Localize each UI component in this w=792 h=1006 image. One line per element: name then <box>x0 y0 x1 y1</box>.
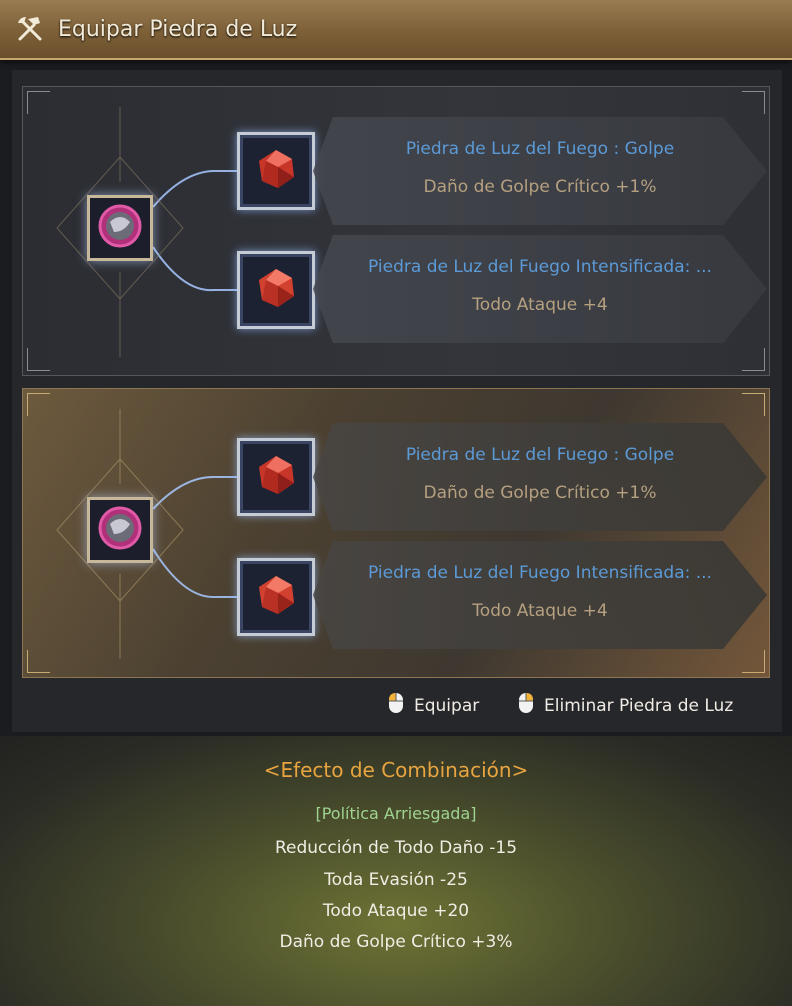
effect-line: Toda Evasión -25 <box>324 870 468 890</box>
gem-set-2[interactable]: Piedra de Luz del Fuego : Golpe Daño de … <box>22 388 770 678</box>
gem-name: Piedra de Luz del Fuego : Golpe <box>405 445 675 465</box>
combination-effect-panel: <Efecto de Combinación> [Política Arries… <box>0 736 792 1006</box>
gem-info-banner: Piedra de Luz del Fuego Intensificada: .… <box>313 541 767 649</box>
gem-slot[interactable] <box>237 251 315 329</box>
gem-name: Piedra de Luz del Fuego : Golpe <box>405 139 675 159</box>
gem-name: Piedra de Luz del Fuego Intensificada: .… <box>368 257 712 277</box>
gem-info-banner: Piedra de Luz del Fuego Intensificada: .… <box>313 235 767 343</box>
gem-set-1[interactable]: Piedra de Luz del Fuego : Golpe Daño de … <box>22 86 770 376</box>
equip-action[interactable]: Equipar <box>388 692 479 719</box>
pink-orb-icon <box>96 504 144 556</box>
red-gem-icon <box>254 453 298 501</box>
gem-name: Piedra de Luz del Fuego Intensificada: .… <box>368 563 712 583</box>
gem-stat: Todo Ataque +4 <box>472 295 608 315</box>
combination-stone-slot[interactable] <box>87 195 153 261</box>
gem-info-banner: Piedra de Luz del Fuego : Golpe Daño de … <box>313 117 767 225</box>
window-title: Equipar Piedra de Luz <box>58 16 298 42</box>
effect-line: Reducción de Todo Daño -15 <box>274 838 518 858</box>
mouse-right-click-icon <box>518 692 534 719</box>
red-gem-icon <box>254 147 298 195</box>
gem-slot[interactable] <box>237 558 315 636</box>
pink-orb-icon <box>96 202 144 254</box>
remove-stone-label: Eliminar Piedra de Luz <box>544 695 734 716</box>
title-bar: Equipar Piedra de Luz <box>0 0 792 60</box>
combination-effect-name: [Política Arriesgada] <box>315 804 477 823</box>
effect-line: Daño de Golpe Crítico +3% <box>279 932 513 952</box>
gem-info-banner: Piedra de Luz del Fuego : Golpe Daño de … <box>313 423 767 531</box>
gem-stat: Daño de Golpe Crítico +1% <box>423 177 657 197</box>
action-hints: Equipar Eliminar Piedra de Luz <box>0 692 792 718</box>
red-gem-icon <box>254 573 298 621</box>
combination-effect-title: <Efecto de Combinación> <box>263 758 529 782</box>
hammer-pick-icon <box>12 11 48 47</box>
combination-stone-slot[interactable] <box>87 497 153 563</box>
remove-stone-action[interactable]: Eliminar Piedra de Luz <box>518 692 733 719</box>
effect-line: Todo Ataque +20 <box>322 901 470 921</box>
gem-stat: Daño de Golpe Crítico +1% <box>423 483 657 503</box>
mouse-left-click-icon <box>388 692 404 719</box>
gem-stat: Todo Ataque +4 <box>472 601 608 621</box>
gem-slot[interactable] <box>237 132 315 210</box>
gem-slot[interactable] <box>237 438 315 516</box>
equip-label: Equipar <box>414 695 480 716</box>
red-gem-icon <box>254 266 298 314</box>
